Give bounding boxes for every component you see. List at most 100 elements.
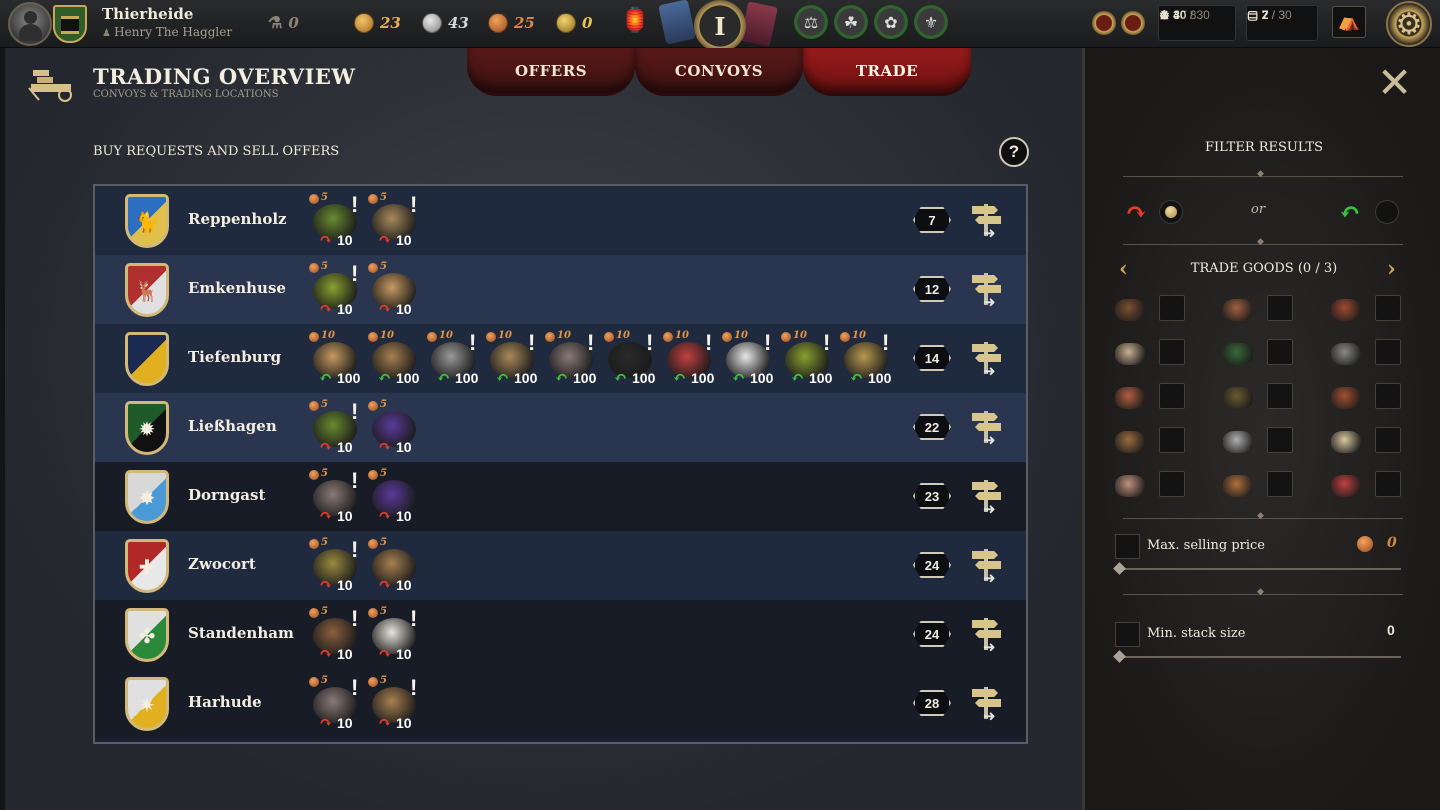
scroll-icon[interactable] [658,0,696,45]
town-crest-icon[interactable] [53,5,87,43]
good-checkbox[interactable] [1267,339,1293,365]
town-name[interactable]: Harhude [188,693,262,711]
silver-counter[interactable]: 43 [422,13,469,33]
route-signpost-icon[interactable]: ➜ [967,409,1007,449]
player-avatar[interactable] [8,2,52,46]
filter-good-spices[interactable] [1115,425,1195,459]
route-signpost-icon[interactable]: ➜ [967,271,1007,311]
trade-good-wheat[interactable]: 5! ↷ 10 [309,537,368,597]
main-menu-hub[interactable]: I [694,0,746,52]
trade-good-wool[interactable]: 5! ↷ 10 [368,606,427,666]
filter-good-barrel[interactable] [1115,293,1195,327]
town-row[interactable]: ✸ Dorngast 5! ↷ 10 5 ↷ 10 23 ➜ [95,462,1026,531]
good-checkbox[interactable] [1267,383,1293,409]
trade-good-berries[interactable]: 5 ↷ 10 [368,468,427,528]
good-checkbox[interactable] [1159,383,1185,409]
town-row[interactable]: Tiefenburg 10 ↶ 100 10 ↶ 100 10! ↶ 100 10! ↶ 100 10! ↶… [95,324,1026,393]
trade-good-iron-ore[interactable]: 10! ↶ 100 [545,330,604,390]
good-checkbox[interactable] [1375,295,1401,321]
justice-scale-icon[interactable]: ⚖ [794,5,828,39]
help-button[interactable]: ? [999,137,1029,167]
market-stall-icon[interactable]: ⛺ [1332,6,1366,38]
tab-trade[interactable]: TRADE [803,48,971,96]
settings-gear-icon[interactable]: ⚙ [1386,1,1432,47]
good-checkbox[interactable] [1159,295,1185,321]
trade-good-corn[interactable]: 10! ↶ 100 [781,330,840,390]
filter-good-bread[interactable] [1223,469,1303,503]
route-signpost-icon[interactable]: ➜ [967,547,1007,587]
good-checkbox[interactable] [1375,471,1401,497]
filter-good-jug[interactable] [1331,293,1411,327]
good-checkbox[interactable] [1159,427,1185,453]
good-checkbox[interactable] [1267,471,1293,497]
trade-good-vegetables[interactable]: 5! ↷ 10 [309,399,368,459]
filter-good-iron-bar[interactable] [1331,337,1411,371]
trade-good-hides[interactable]: 5! ↷ 10 [309,606,368,666]
trade-good-logs[interactable]: 5 ↷ 10 [368,537,427,597]
good-checkbox[interactable] [1375,339,1401,365]
town-row[interactable]: ✷ Harhude 5! ↷ 10 5! ↷ 10 28 ➜ [95,669,1026,738]
filter-good-parchment[interactable] [1331,425,1411,459]
settings-cog-icon[interactable]: ✿ [874,5,908,39]
good-checkbox[interactable] [1267,295,1293,321]
filter-good-provisions[interactable] [1331,381,1411,415]
population-icon[interactable]: ☘ [834,5,868,39]
sell-radio[interactable] [1159,200,1183,224]
trade-good-vegetables[interactable]: 5! ↷ 10 [309,192,368,252]
chevron-right-icon[interactable]: › [1387,256,1396,282]
good-checkbox[interactable] [1267,427,1293,453]
town-row[interactable]: ✹ Ließhagen 5! ↷ 10 5 ↷ 10 22 ➜ [95,393,1026,462]
research-counter[interactable]: ⚗ 0 [268,13,299,32]
slider-handle[interactable] [1113,562,1126,575]
route-signpost-icon[interactable]: ➜ [967,340,1007,380]
town-name[interactable]: Zwocort [188,555,256,573]
filter-good-planks[interactable] [1115,469,1195,503]
filter-good-beer-mug[interactable] [1223,293,1303,327]
max-price-slider[interactable] [1113,562,1401,575]
filter-good-fish[interactable] [1223,381,1303,415]
trade-good-wheat[interactable]: 10! ↶ 100 [840,330,899,390]
filter-good-wine-bottles[interactable] [1223,337,1303,371]
town-name[interactable]: Standenham [188,624,294,642]
trade-good-berries[interactable]: 5 ↷ 10 [368,399,427,459]
trade-good-iron-ore[interactable]: 5! ↷ 10 [309,468,368,528]
town-name[interactable]: Dorngast [188,486,265,504]
town-name[interactable]: Tiefenburg [188,348,281,366]
min-stack-checkbox[interactable] [1115,622,1140,647]
route-signpost-icon[interactable]: ➜ [967,685,1007,725]
town-row[interactable]: ✚ Zwocort 5! ↷ 10 5 ↷ 10 24 ➜ [95,531,1026,600]
town-row[interactable]: 🦌 Emkenhuse 5! ↷ 10 5 ↷ 10 12 ➜ [95,255,1026,324]
route-signpost-icon[interactable]: ➜ [967,616,1007,656]
filter-good-gems[interactable] [1331,469,1411,503]
trade-good-stone[interactable]: 10! ↶ 100 [427,330,486,390]
trade-good-iron-ore[interactable]: 5! ↷ 10 [309,675,368,735]
alert-ring-icon[interactable] [1121,11,1145,35]
town-row[interactable]: 🐈 Reppenholz 5! ↷ 10 5! ↷ 10 7 ➜ [95,186,1026,255]
town-name[interactable]: Emkenhuse [188,279,286,297]
trade-good-salt[interactable]: 10! ↶ 100 [722,330,781,390]
population-stats[interactable]: ♟ 30 / 30 ⚙ 4 / 8 [1158,5,1236,41]
trade-good-sand[interactable]: 10 ↶ 100 [309,330,368,390]
alert-ring-icon[interactable] [1092,11,1116,35]
filter-good-cloth[interactable] [1223,425,1303,459]
trade-good-ore[interactable]: 5! ↷ 10 [368,192,427,252]
min-stack-slider[interactable] [1113,650,1401,663]
filter-good-ham[interactable] [1115,381,1195,415]
town-row[interactable]: ✤ Standenham 5! ↷ 10 5! ↷ 10 24 ➜ [95,600,1026,669]
tab-offers[interactable]: OFFERS [467,48,635,96]
gold-counter[interactable]: 23 [354,13,401,33]
good-checkbox[interactable] [1159,339,1185,365]
copper-counter[interactable]: 25 [488,13,535,33]
tab-convoys[interactable]: CONVOYS [635,48,803,96]
trade-good-logs[interactable]: 5! ↷ 10 [368,675,427,735]
max-price-checkbox[interactable] [1115,534,1140,559]
town-name[interactable]: Reppenholz [188,210,287,228]
trade-good-coal[interactable]: 10! ↶ 100 [604,330,663,390]
good-checkbox[interactable] [1375,383,1401,409]
trade-good-ore[interactable]: 10! ↶ 100 [486,330,545,390]
filter-good-flour-sack[interactable] [1115,337,1195,371]
trade-good-sand[interactable]: 5 ↷ 10 [368,261,427,321]
crown-counter[interactable]: 0 [556,13,592,33]
fleur-de-lis-icon[interactable]: ⚜ [914,5,948,39]
good-checkbox[interactable] [1375,427,1401,453]
